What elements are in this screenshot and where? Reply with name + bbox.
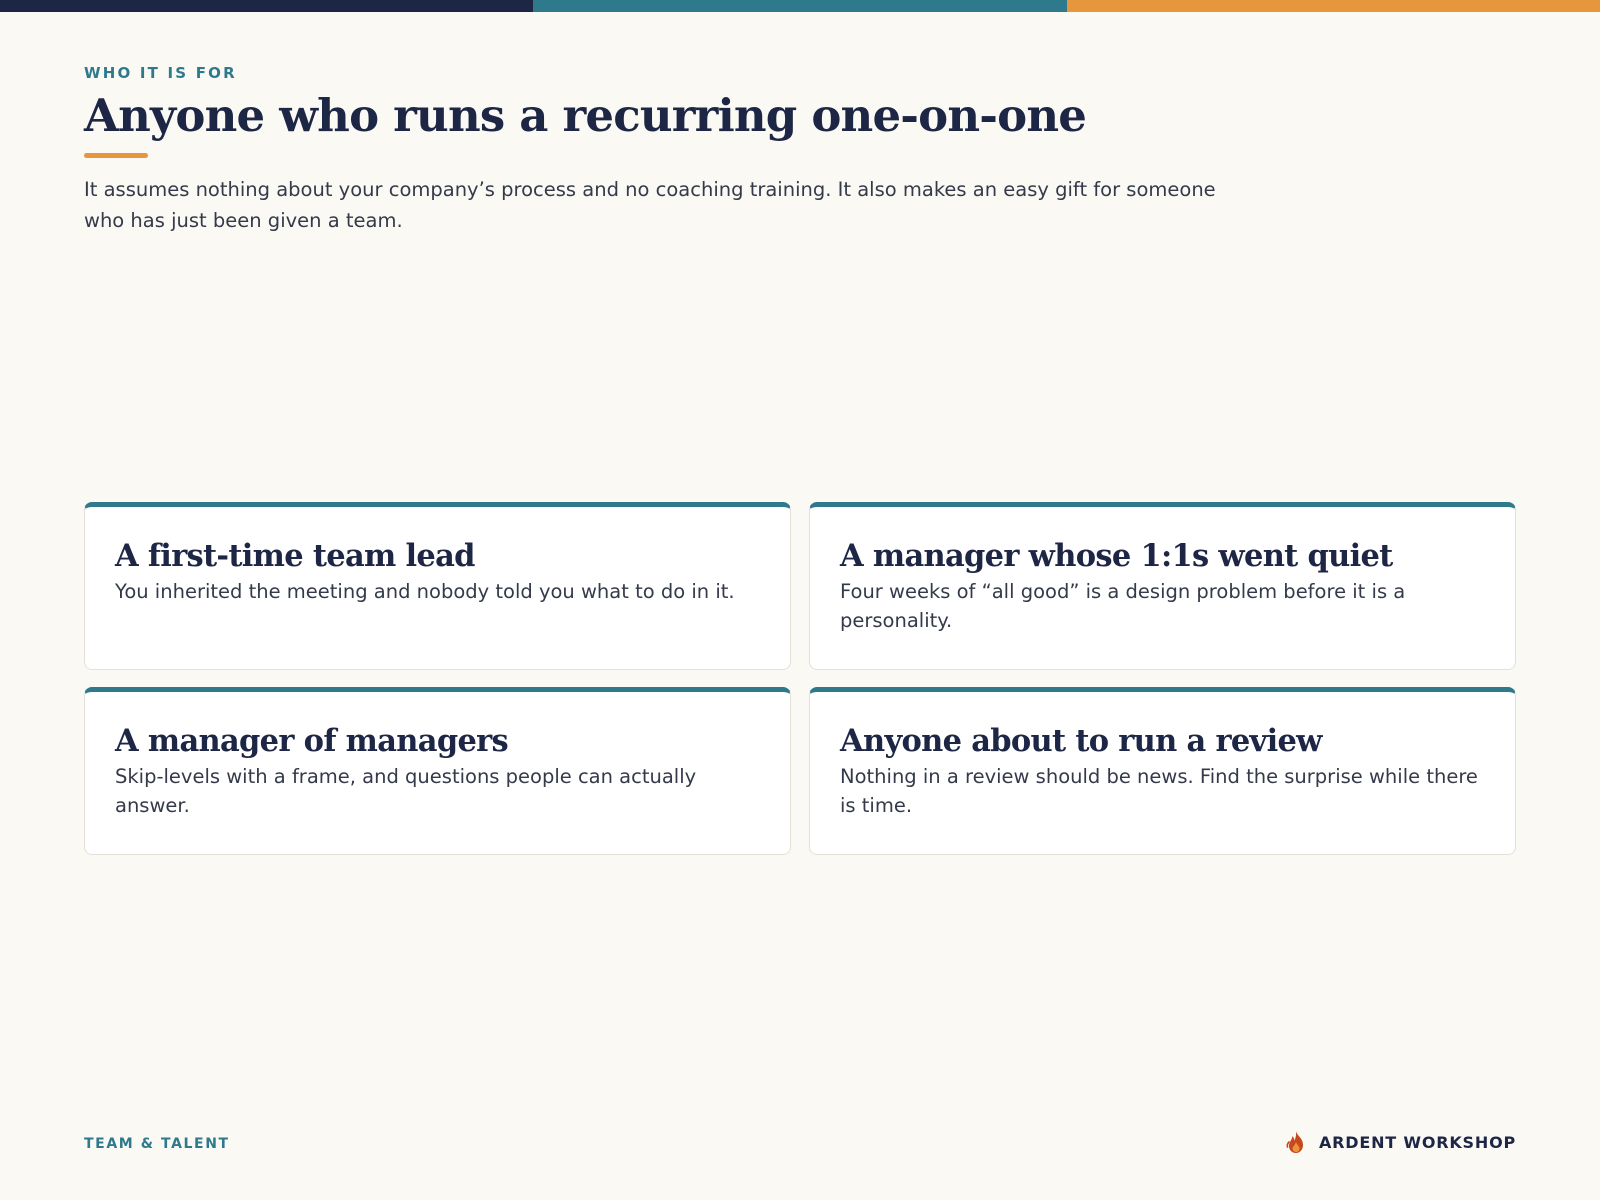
title-underline-accent xyxy=(84,153,148,158)
top-accent-bar xyxy=(0,0,1600,12)
section-eyebrow: WHO IT IS FOR xyxy=(84,64,237,82)
card-title: A manager whose 1:1s went quiet xyxy=(840,538,1393,574)
card-body: Nothing in a review should be news. Find… xyxy=(840,765,1478,817)
flame-logo-icon xyxy=(1286,1131,1303,1153)
accent-segment-orange xyxy=(1066,0,1600,12)
intro-paragraph: It assumes nothing about your company’s … xyxy=(84,178,1216,232)
card-body: Four weeks of “all good” is a design pro… xyxy=(840,580,1406,632)
card-title: A manager of managers xyxy=(115,723,509,759)
card-body: You inherited the meeting and nobody tol… xyxy=(115,580,735,603)
brand-lockup: ARDENT WORKSHOP xyxy=(1285,1130,1516,1154)
audience-card-first-time-lead: A first-time team lead You inherited the… xyxy=(84,502,791,670)
page-title: Anyone who runs a recurring one-on-one xyxy=(84,89,1087,142)
footer-section-label: TEAM & TALENT xyxy=(84,1136,230,1152)
accent-segment-teal xyxy=(533,0,1067,12)
brand-name: ARDENT WORKSHOP xyxy=(1319,1132,1516,1152)
audience-card-manager-of-managers: A manager of managers Skip-levels with a… xyxy=(84,687,791,855)
card-title: A first-time team lead xyxy=(115,538,475,574)
audience-card-grid: A first-time team lead You inherited the… xyxy=(84,502,1516,855)
card-body: Skip-levels with a frame, and questions … xyxy=(115,765,697,817)
accent-segment-navy xyxy=(0,0,534,12)
audience-card-quiet-one-on-ones: A manager whose 1:1s went quiet Four wee… xyxy=(809,502,1516,670)
audience-card-review: Anyone about to run a review Nothing in … xyxy=(809,687,1516,855)
card-title: Anyone about to run a review xyxy=(840,723,1322,759)
